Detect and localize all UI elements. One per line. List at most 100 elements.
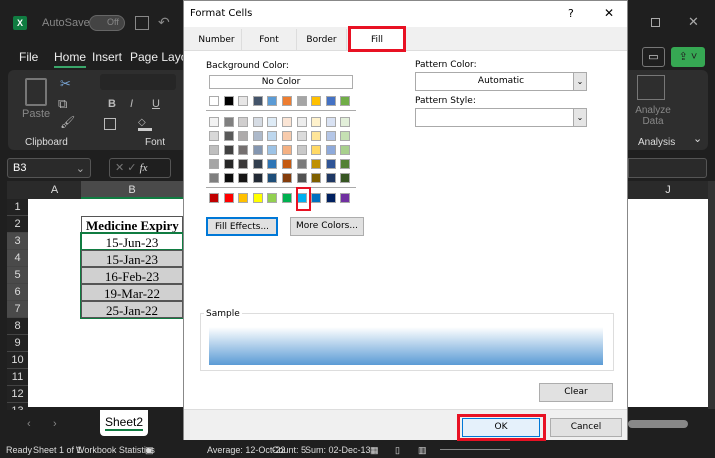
color-swatch[interactable] — [238, 131, 249, 141]
color-swatch[interactable] — [340, 117, 351, 127]
color-swatch[interactable] — [209, 96, 219, 106]
color-swatch[interactable] — [252, 117, 263, 127]
paste-icon[interactable] — [25, 78, 47, 106]
row-header[interactable]: 9 — [7, 335, 28, 352]
save-icon[interactable] — [135, 16, 149, 30]
help-button[interactable]: ? — [568, 7, 574, 20]
tab-border[interactable]: Border — [297, 29, 347, 51]
cut-icon[interactable]: ✂ — [60, 76, 71, 92]
borders-icon[interactable] — [104, 118, 116, 130]
row-header[interactable]: 2 — [7, 216, 28, 233]
color-swatch[interactable] — [311, 131, 322, 141]
color-swatch[interactable] — [238, 96, 249, 106]
color-swatch[interactable] — [282, 131, 292, 141]
color-swatch[interactable] — [311, 96, 322, 106]
copy-icon[interactable]: ⧉ — [58, 96, 67, 112]
color-swatch[interactable] — [340, 131, 351, 141]
color-swatch[interactable] — [223, 173, 234, 183]
paste-label[interactable]: Paste — [22, 108, 50, 120]
font-name-dropdown[interactable] — [100, 74, 176, 90]
color-swatch[interactable] — [296, 173, 307, 183]
horizontal-scrollbar[interactable] — [628, 420, 688, 428]
color-swatch[interactable] — [223, 131, 234, 141]
tab-font[interactable]: Font — [242, 29, 297, 51]
cancel-button[interactable]: Cancel — [550, 418, 622, 437]
color-swatch[interactable] — [209, 131, 219, 141]
color-swatch[interactable] — [311, 117, 322, 127]
color-swatch[interactable] — [340, 96, 351, 106]
row-header[interactable]: 6 — [7, 284, 28, 301]
pattern-style-dropdown[interactable]: ⌄ — [415, 108, 587, 127]
close-window-icon[interactable]: ✕ — [688, 14, 699, 30]
color-swatch[interactable] — [252, 159, 263, 169]
page-layout-view-icon[interactable]: ▯ — [395, 445, 400, 456]
color-swatch[interactable] — [325, 131, 336, 141]
color-swatch[interactable] — [223, 145, 234, 155]
color-swatch[interactable] — [267, 131, 278, 141]
color-swatch[interactable] — [209, 145, 219, 155]
color-swatch[interactable] — [209, 193, 219, 203]
color-swatch[interactable] — [282, 193, 292, 203]
color-swatch[interactable] — [282, 96, 292, 106]
color-swatch[interactable] — [296, 145, 307, 155]
row-header[interactable]: 1 — [7, 199, 28, 216]
dialog-close-button[interactable]: ✕ — [604, 6, 614, 20]
ribbon-expand-icon[interactable]: ⌄ — [693, 132, 702, 145]
underline-button[interactable]: U — [152, 98, 160, 110]
row-header[interactable]: 10 — [7, 352, 28, 369]
tab-fill[interactable]: Fill — [348, 26, 406, 52]
prev-sheet-icon[interactable]: ‹ — [27, 418, 31, 430]
enter-icon[interactable]: ✓ — [127, 162, 139, 174]
color-swatch[interactable] — [282, 159, 292, 169]
row-header[interactable]: 12 — [7, 386, 28, 403]
color-swatch[interactable] — [282, 145, 292, 155]
normal-view-icon[interactable]: ▦ — [370, 445, 379, 456]
no-color-button[interactable]: No Color — [209, 75, 353, 89]
color-swatch[interactable] — [282, 173, 292, 183]
column-header-j[interactable]: J — [628, 181, 708, 199]
color-swatch[interactable] — [325, 173, 336, 183]
color-swatch[interactable] — [223, 193, 234, 203]
color-swatch[interactable] — [311, 159, 322, 169]
color-swatch[interactable] — [252, 145, 263, 155]
color-swatch[interactable] — [252, 96, 263, 106]
share-button[interactable]: ⇪ ˅ — [671, 47, 705, 67]
italic-button[interactable]: I — [130, 98, 133, 110]
color-swatch[interactable] — [267, 159, 278, 169]
color-swatch[interactable] — [223, 96, 234, 106]
more-colors-button[interactable]: More Colors... — [290, 217, 364, 236]
color-swatch[interactable] — [311, 193, 322, 203]
color-swatch[interactable] — [325, 193, 336, 203]
color-swatch[interactable] — [296, 96, 307, 106]
color-swatch[interactable] — [311, 145, 322, 155]
color-swatch[interactable] — [238, 173, 249, 183]
color-swatch[interactable] — [311, 173, 322, 183]
clear-button[interactable]: Clear — [539, 383, 613, 402]
color-swatch[interactable] — [238, 117, 249, 127]
color-swatch[interactable] — [296, 117, 307, 127]
color-swatch[interactable] — [238, 159, 249, 169]
formula-input[interactable] — [628, 158, 707, 178]
menu-file[interactable]: File — [19, 50, 38, 64]
row-header[interactable]: 4 — [7, 250, 28, 267]
color-swatch[interactable] — [325, 96, 336, 106]
accessibility-icon[interactable]: ▣ — [145, 445, 154, 456]
color-swatch[interactable] — [340, 159, 351, 169]
row-header[interactable]: 11 — [7, 369, 28, 386]
autosave-toggle[interactable]: Off — [89, 15, 125, 31]
color-swatch[interactable] — [238, 193, 249, 203]
restore-window-icon[interactable] — [651, 18, 660, 27]
function-icon[interactable]: fx — [140, 162, 148, 174]
color-swatch[interactable] — [209, 159, 219, 169]
format-painter-icon[interactable]: 🖌 — [60, 115, 75, 129]
bold-button[interactable]: B — [108, 98, 116, 110]
ok-button[interactable]: OK — [462, 418, 540, 437]
tab-number[interactable]: Number — [192, 29, 242, 51]
menu-home[interactable]: Home — [54, 50, 87, 68]
fill-effects-button[interactable]: Fill Effects... — [206, 217, 278, 236]
color-swatch[interactable] — [325, 145, 336, 155]
analyze-data-label[interactable]: Analyze Data — [633, 105, 673, 127]
color-swatch[interactable] — [209, 117, 219, 127]
color-swatch[interactable] — [296, 159, 307, 169]
color-swatch[interactable] — [267, 193, 278, 203]
